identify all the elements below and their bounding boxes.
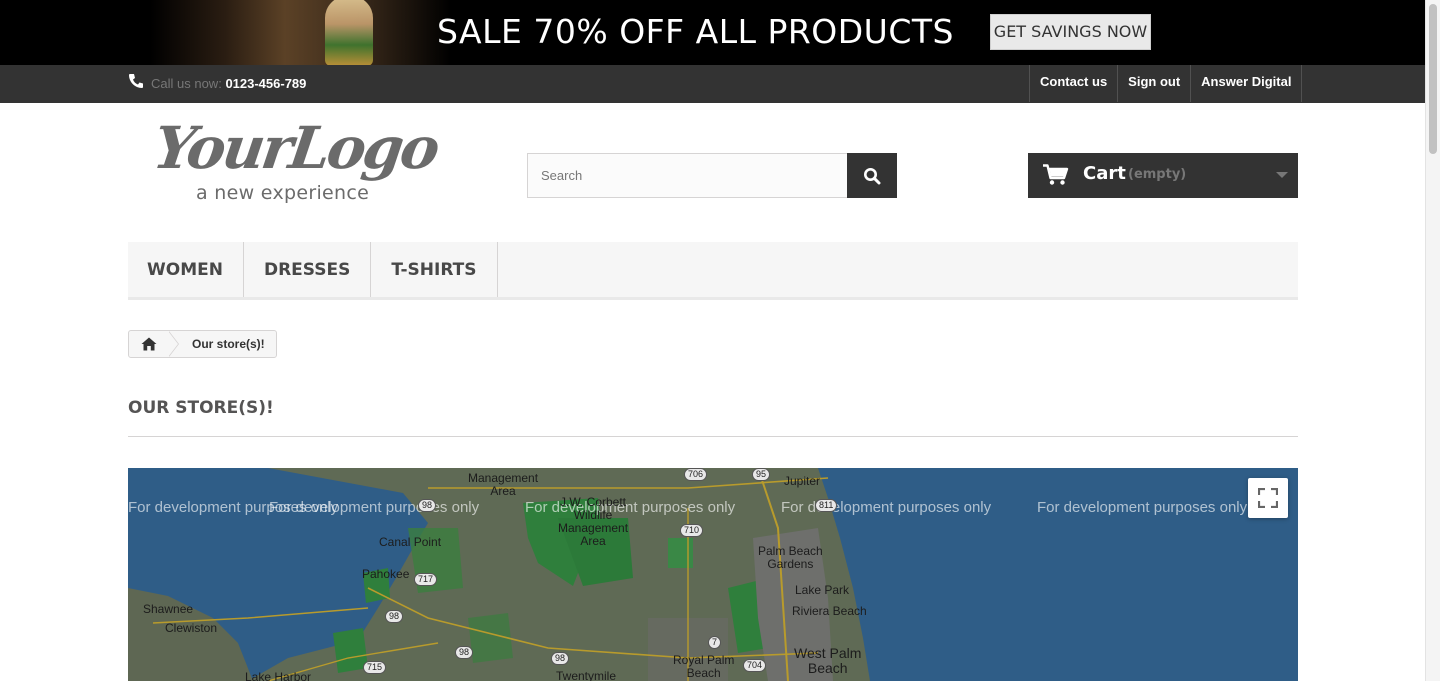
route-shield: 98 bbox=[455, 646, 474, 659]
route-shield: 704 bbox=[743, 659, 767, 672]
map-label: Jupiter bbox=[784, 474, 821, 488]
top-navigation: Call us now: 0123-456-789 Contact us Sig… bbox=[0, 65, 1425, 103]
map-watermark: For development purposes only bbox=[781, 499, 992, 516]
promo-model-image bbox=[325, 0, 373, 65]
route-shield: 715 bbox=[363, 661, 387, 674]
map-label: Riviera Beach bbox=[792, 604, 867, 618]
map-watermark: For development purposes only bbox=[269, 499, 480, 516]
fullscreen-icon bbox=[1258, 488, 1278, 508]
map-watermark: For development purposes only bbox=[1037, 499, 1248, 516]
map-label: Lake Park bbox=[795, 583, 850, 597]
page-title: OUR STORE(S)! bbox=[128, 398, 274, 418]
route-shield: 811 bbox=[815, 499, 838, 512]
map-label: Pahokee bbox=[362, 567, 410, 581]
chevron-down-icon bbox=[1276, 172, 1288, 178]
cart-label: Cart bbox=[1083, 163, 1126, 184]
map-label: J.W. Corbett Wildlife Management Area bbox=[558, 495, 629, 548]
account-link[interactable]: Answer Digital bbox=[1191, 65, 1303, 102]
breadcrumb-separator bbox=[168, 331, 179, 357]
map-label: Shawnee bbox=[143, 602, 194, 616]
sign-out-link[interactable]: Sign out bbox=[1118, 65, 1192, 102]
map-label: Management Area bbox=[468, 471, 539, 498]
page: SALE 70% OFF ALL PRODUCTS GET SAVINGS NO… bbox=[0, 0, 1440, 681]
promo-photo bbox=[150, 0, 450, 65]
scrollbar-thumb[interactable] bbox=[1429, 4, 1437, 154]
menu-item-dresses[interactable]: DRESSES bbox=[244, 242, 372, 297]
main-menu: WOMEN DRESSES T-SHIRTS bbox=[128, 242, 1298, 300]
breadcrumb: Our store(s)! bbox=[128, 330, 277, 358]
route-shield: 98 bbox=[418, 499, 437, 512]
logo-wordmark: YourLogo bbox=[149, 114, 442, 182]
breadcrumb-home[interactable] bbox=[129, 331, 169, 357]
map-label: Palm Beach Gardens bbox=[758, 544, 823, 571]
page-scrollbar[interactable] bbox=[1425, 0, 1440, 681]
map-label: Clewiston bbox=[165, 621, 218, 635]
home-icon bbox=[141, 337, 157, 351]
menu-item-women[interactable]: WOMEN bbox=[128, 242, 244, 297]
search-form bbox=[527, 153, 897, 198]
route-shield: 98 bbox=[551, 652, 570, 665]
search-input[interactable] bbox=[527, 153, 848, 198]
site-logo[interactable]: YourLogo a new experience bbox=[149, 114, 441, 210]
map-label: Royal Palm Beach bbox=[673, 653, 735, 680]
route-shield: 98 bbox=[385, 610, 404, 623]
contact-us-link[interactable]: Contact us bbox=[1030, 65, 1119, 102]
route-shield: 717 bbox=[414, 573, 438, 586]
map-label: West Palm Beach bbox=[794, 645, 862, 676]
get-savings-button[interactable]: GET SAVINGS NOW bbox=[990, 14, 1151, 50]
route-shield: 95 bbox=[752, 468, 771, 481]
header-links: Contact us Sign out Answer Digital bbox=[1029, 65, 1303, 102]
promo-headline: SALE 70% OFF ALL PRODUCTS bbox=[437, 12, 954, 51]
phone-icon bbox=[129, 74, 143, 88]
route-shield: 710 bbox=[680, 524, 704, 537]
menu-item-t-shirts[interactable]: T-SHIRTS bbox=[371, 242, 498, 297]
cart-button[interactable]: Cart (empty) bbox=[1028, 153, 1298, 198]
route-shield: 706 bbox=[684, 468, 708, 481]
search-button[interactable] bbox=[847, 153, 897, 198]
store-map[interactable]: For development purposes only For develo… bbox=[128, 468, 1298, 681]
map-label: Lake Harbor bbox=[245, 670, 312, 681]
shopping-cart-icon bbox=[1043, 164, 1069, 185]
map-label: Canal Point bbox=[379, 535, 442, 549]
search-icon bbox=[864, 168, 881, 185]
promo-banner[interactable]: SALE 70% OFF ALL PRODUCTS GET SAVINGS NO… bbox=[0, 0, 1425, 65]
logo-tagline: a new experience bbox=[196, 182, 370, 204]
map-label: Twentymile bbox=[556, 669, 617, 681]
route-shield: 7 bbox=[708, 636, 722, 649]
call-us-label: Call us now: bbox=[151, 76, 222, 91]
phone-number: 0123-456-789 bbox=[225, 76, 307, 91]
map-watermark: For development purposes only bbox=[525, 499, 736, 516]
cart-status: (empty) bbox=[1128, 167, 1187, 182]
divider bbox=[128, 436, 1298, 437]
call-us-text: Call us now: 0123-456-789 bbox=[151, 76, 306, 91]
map-fullscreen-button[interactable] bbox=[1248, 478, 1288, 518]
breadcrumb-current: Our store(s)! bbox=[192, 337, 265, 351]
